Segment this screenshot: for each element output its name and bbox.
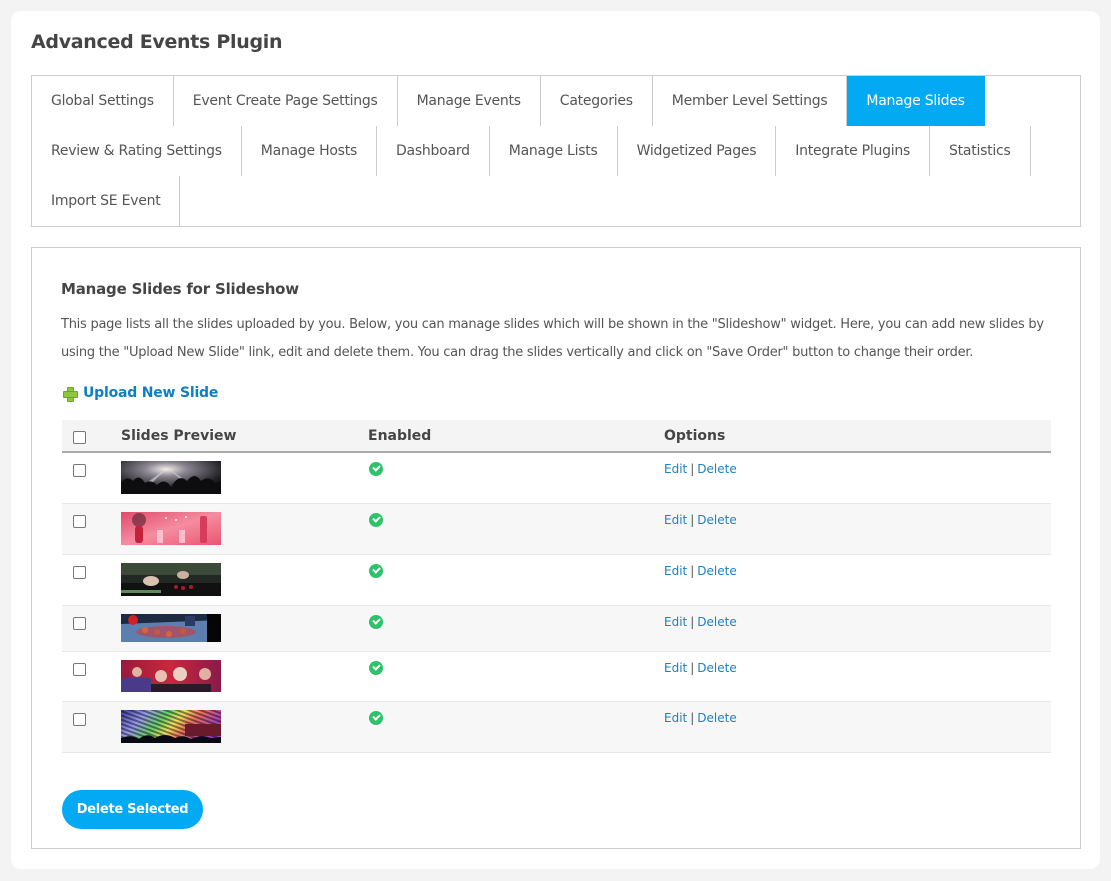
tab-widgetized-pages[interactable]: Widgetized Pages (618, 126, 777, 176)
options-separator: | (690, 711, 695, 725)
slide-thumbnail[interactable] (121, 461, 221, 494)
slides-table: Slides Preview Enabled Options Edit | De… (62, 420, 1051, 753)
select-all-checkbox[interactable] (73, 431, 86, 444)
tab-row-3: Import SE Event (32, 176, 181, 226)
options-separator: | (690, 615, 695, 629)
row-checkbox[interactable] (73, 566, 86, 579)
upload-new-slide-link[interactable]: Upload New Slide (63, 385, 219, 402)
header-options: Options (664, 428, 726, 444)
table-row[interactable]: Edit | Delete (62, 652, 1051, 702)
tab-categories[interactable]: Categories (541, 76, 653, 126)
row-options: Edit | Delete (664, 711, 737, 725)
row-options: Edit | Delete (664, 661, 737, 675)
page-description: This page lists all the slides uploaded … (61, 317, 1044, 360)
tab-review-rating-settings[interactable]: Review & Rating Settings (32, 126, 242, 176)
row-options: Edit | Delete (664, 564, 737, 578)
enabled-check-icon[interactable] (369, 462, 383, 476)
plus-icon (63, 386, 78, 402)
page-card: Advanced Events Plugin Global Settings E… (11, 11, 1100, 869)
table-row[interactable]: Edit | Delete (62, 606, 1051, 652)
slide-thumbnail[interactable] (121, 660, 221, 692)
row-options: Edit | Delete (664, 513, 737, 527)
tab-bar: Global Settings Event Create Page Settin… (31, 75, 1081, 227)
tab-manage-slides[interactable]: Manage Slides (847, 76, 985, 126)
app-title: Advanced Events Plugin (31, 31, 283, 53)
content-panel: Manage Slides for Slideshow This page li… (31, 247, 1081, 849)
tab-import-se-event[interactable]: Import SE Event (32, 176, 181, 226)
edit-link[interactable]: Edit (664, 615, 687, 629)
options-separator: | (690, 661, 695, 675)
tab-manage-events[interactable]: Manage Events (398, 76, 541, 126)
row-options: Edit | Delete (664, 615, 737, 629)
delete-link[interactable]: Delete (697, 564, 736, 578)
edit-link[interactable]: Edit (664, 711, 687, 725)
upload-new-slide-label: Upload New Slide (83, 385, 219, 401)
tab-manage-lists[interactable]: Manage Lists (490, 126, 618, 176)
row-checkbox[interactable] (73, 515, 86, 528)
options-separator: | (690, 513, 695, 527)
delete-link[interactable]: Delete (697, 661, 736, 675)
tab-integrate-plugins[interactable]: Integrate Plugins (776, 126, 931, 176)
delete-link[interactable]: Delete (697, 513, 736, 527)
delete-selected-button[interactable]: Delete Selected (62, 790, 203, 829)
table-header: Slides Preview Enabled Options (62, 420, 1051, 453)
options-separator: | (690, 564, 695, 578)
table-row[interactable]: Edit | Delete (62, 504, 1051, 555)
edit-link[interactable]: Edit (664, 564, 687, 578)
slide-thumbnail[interactable] (121, 563, 221, 596)
tab-row-1: Global Settings Event Create Page Settin… (32, 76, 985, 126)
tab-manage-hosts[interactable]: Manage Hosts (242, 126, 378, 176)
enabled-check-icon[interactable] (369, 711, 383, 725)
header-enabled: Enabled (368, 428, 432, 444)
table-row[interactable]: Edit | Delete (62, 555, 1051, 606)
table-row[interactable]: Edit | Delete (62, 453, 1051, 504)
options-separator: | (690, 462, 695, 476)
enabled-check-icon[interactable] (369, 513, 383, 527)
tab-member-level-settings[interactable]: Member Level Settings (653, 76, 848, 126)
tab-event-create-page-settings[interactable]: Event Create Page Settings (174, 76, 398, 126)
row-options: Edit | Delete (664, 462, 737, 476)
tab-dashboard[interactable]: Dashboard (377, 126, 490, 176)
enabled-check-icon[interactable] (369, 564, 383, 578)
tab-global-settings[interactable]: Global Settings (32, 76, 174, 126)
header-slides-preview: Slides Preview (121, 428, 237, 444)
section-title: Manage Slides for Slideshow (61, 280, 299, 298)
table-row[interactable]: Edit | Delete (62, 702, 1051, 753)
slide-thumbnail[interactable] (121, 710, 221, 743)
enabled-check-icon[interactable] (369, 661, 383, 675)
row-checkbox[interactable] (73, 617, 86, 630)
delete-link[interactable]: Delete (697, 711, 736, 725)
tab-row-2: Review & Rating Settings Manage Hosts Da… (32, 126, 1031, 176)
enabled-check-icon[interactable] (369, 615, 383, 629)
row-checkbox[interactable] (73, 464, 86, 477)
row-checkbox[interactable] (73, 663, 86, 676)
tab-statistics[interactable]: Statistics (930, 126, 1031, 176)
edit-link[interactable]: Edit (664, 661, 687, 675)
delete-link[interactable]: Delete (697, 462, 736, 476)
slide-thumbnail[interactable] (121, 614, 221, 642)
edit-link[interactable]: Edit (664, 462, 687, 476)
slide-thumbnail[interactable] (121, 512, 221, 545)
edit-link[interactable]: Edit (664, 513, 687, 527)
row-checkbox[interactable] (73, 713, 86, 726)
delete-link[interactable]: Delete (697, 615, 736, 629)
